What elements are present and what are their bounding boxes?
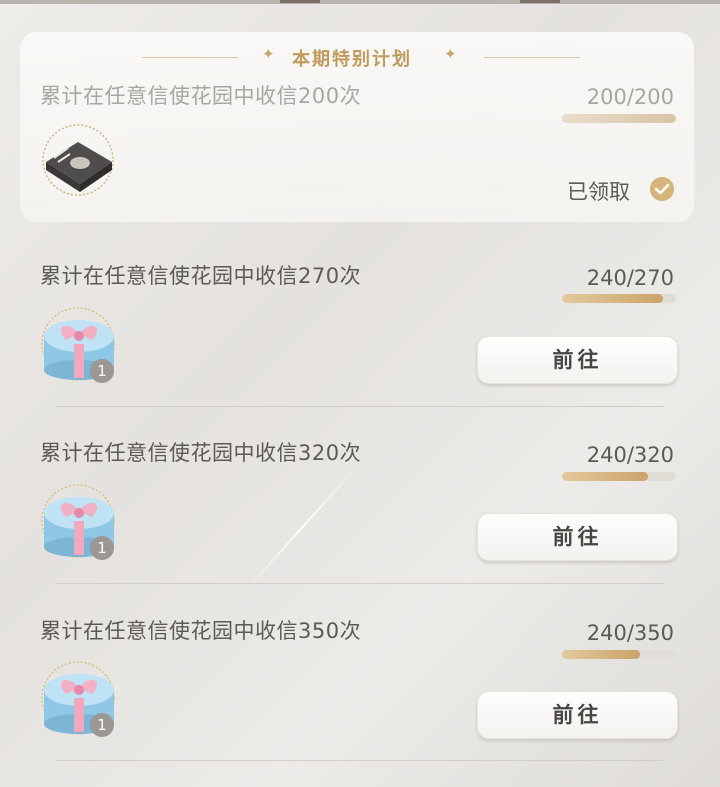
progress-bar xyxy=(562,472,676,481)
divider-line xyxy=(142,57,238,58)
go-button[interactable]: 前往 xyxy=(477,513,678,561)
go-button[interactable]: 前往 xyxy=(477,691,678,739)
progress-bar xyxy=(562,650,676,659)
check-icon xyxy=(650,177,674,201)
progress-text: 240/350 xyxy=(586,621,674,645)
progress-text: 240/270 xyxy=(586,266,674,290)
task-description: 累计在任意信使花园中收信320次 xyxy=(40,441,362,465)
reward-count-badge: 1 xyxy=(90,536,114,560)
task-description: 累计在任意信使花园中收信200次 xyxy=(40,84,362,108)
row-divider xyxy=(55,583,664,584)
row-divider xyxy=(55,406,664,407)
task-description: 累计在任意信使花园中收信350次 xyxy=(40,619,362,643)
star-icon: ✦ xyxy=(444,45,457,63)
top-border xyxy=(0,0,720,4)
section-title: 本期特别计划 xyxy=(292,49,412,70)
star-icon: ✦ xyxy=(262,45,275,63)
go-button[interactable]: 前往 xyxy=(477,336,678,384)
divider-line xyxy=(484,57,580,58)
claimed-status: 已领取 xyxy=(567,180,630,204)
progress-bar xyxy=(562,114,676,123)
row-divider xyxy=(55,760,664,761)
progress-text: 200/200 xyxy=(586,85,674,109)
progress-fill xyxy=(562,114,676,123)
progress-text: 240/320 xyxy=(586,443,674,467)
reward-count-badge: 1 xyxy=(90,359,114,383)
reward-count-badge: 1 xyxy=(90,713,114,737)
dark-box-icon[interactable] xyxy=(40,120,118,198)
task-description: 累计在任意信使花园中收信270次 xyxy=(40,264,362,288)
progress-fill xyxy=(562,650,641,659)
progress-fill xyxy=(562,472,648,481)
progress-bar xyxy=(562,294,676,303)
section-header: ✦ 本期特别计划 ✦ xyxy=(0,45,720,70)
progress-fill xyxy=(562,294,664,303)
light-streak xyxy=(244,463,360,592)
